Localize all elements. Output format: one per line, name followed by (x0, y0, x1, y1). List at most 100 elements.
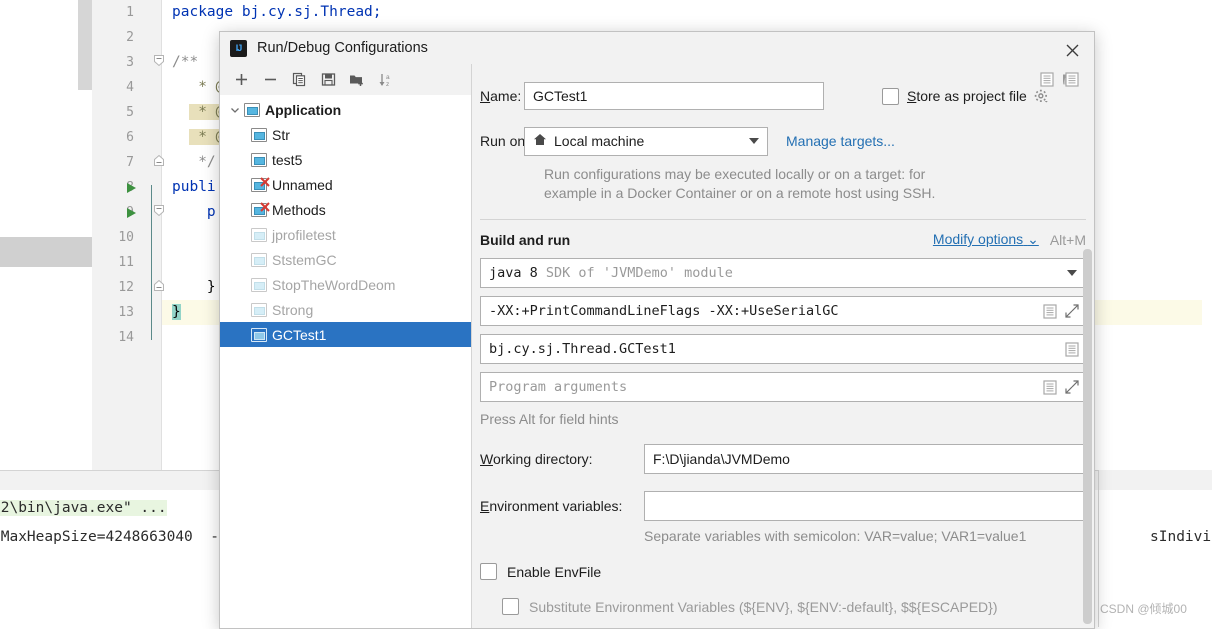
tree-item-label: Str (272, 126, 290, 143)
line-number: 14 (118, 330, 134, 345)
run-on-hint-line2: example in a Docker Container or on a re… (544, 185, 936, 201)
line-number: 6 (126, 130, 134, 145)
application-icon (251, 252, 267, 267)
application-icon (244, 102, 260, 117)
application-icon (251, 277, 267, 292)
tree-item-strong[interactable]: Strong (220, 297, 471, 322)
svg-text:z: z (386, 81, 389, 88)
tree-item-label: Strong (272, 301, 314, 318)
tree-item-label: StopTheWordDeom (272, 276, 396, 293)
section-divider (480, 219, 1086, 220)
tree-toolbar[interactable]: az (220, 64, 471, 95)
environment-variables-label: Environment variables: (480, 498, 623, 514)
field-hints-text: Press Alt for field hints (480, 411, 619, 427)
name-row: Name: GCTest1 Store as project file (472, 81, 1094, 111)
tree-item-test5[interactable]: test5 (220, 147, 471, 172)
console-line: 02\bin\java.exe" ... (0, 500, 167, 516)
macro-icon[interactable] (1040, 71, 1054, 87)
intellij-logo-text: IJ (235, 43, 242, 53)
tree-item-label: GCTest1 (272, 326, 327, 343)
line-number: 13 (118, 305, 134, 320)
svg-text:a: a (386, 74, 390, 81)
main-class-input[interactable]: bj.cy.sj.Thread.GCTest1 (480, 334, 1086, 364)
vm-options-input[interactable]: -XX:+PrintCommandLineFlags -XX:+UseSeria… (480, 296, 1086, 326)
dialog-title: Run/Debug Configurations (257, 40, 428, 56)
code-line: publi (172, 179, 216, 195)
tree-item-str[interactable]: Str (220, 122, 471, 147)
new-folder-button[interactable] (344, 68, 370, 92)
code-line: p (172, 204, 216, 220)
macro-icon[interactable] (1043, 379, 1057, 395)
tree-item-label: Unnamed (272, 176, 333, 193)
intellij-logo-icon: IJ (230, 39, 247, 57)
name-input[interactable]: GCTest1 (524, 82, 824, 110)
sort-configurations-button[interactable]: az (373, 68, 399, 92)
substitute-env-vars-label: Substitute Environment Variables (${ENV}… (529, 598, 998, 615)
ide-gray-block-top (78, 0, 92, 90)
macro-icon[interactable] (1065, 71, 1079, 87)
chevron-down-icon[interactable] (1067, 270, 1077, 276)
environment-variables-input[interactable] (644, 491, 1086, 521)
macro-icon[interactable] (1065, 341, 1079, 357)
substitute-env-vars-checkbox[interactable] (502, 598, 519, 615)
run-on-target-select[interactable]: Local machine (524, 126, 768, 156)
modify-options-link[interactable]: Modify options ⌄ (933, 231, 1039, 248)
save-configuration-button[interactable] (315, 68, 341, 92)
enable-envfile-row[interactable]: Enable EnvFile (480, 563, 1086, 580)
store-as-project-file-checkbox[interactable] (882, 87, 899, 105)
line-number: 11 (118, 255, 134, 270)
configurations-tree[interactable]: Application Str test5 Unnamed Methods jp… (220, 95, 471, 628)
editor-gutter[interactable]: 1 2 3 4 5 6 7 8 9 10 11 12 13 14 (92, 0, 164, 470)
remove-configuration-button[interactable] (257, 68, 283, 92)
console-line: sIndividualA (1150, 529, 1212, 545)
application-icon (251, 227, 267, 242)
manage-targets-link[interactable]: Manage targets... (786, 133, 895, 149)
enable-envfile-checkbox[interactable] (480, 563, 497, 580)
name-label: Name: (480, 88, 522, 104)
tree-item-stoptheworddeom[interactable]: StopTheWordDeom (220, 272, 471, 297)
settings-scrollbar[interactable] (1083, 64, 1092, 628)
settings-scrollbar-thumb[interactable] (1083, 249, 1092, 624)
run-gutter-icon[interactable] (125, 200, 139, 225)
store-as-project-file-label: Store as project file (907, 88, 1027, 104)
tree-item-ststemgc[interactable]: StstemGC (220, 247, 471, 272)
chevron-down-icon[interactable] (749, 138, 759, 144)
substitute-env-vars-row[interactable]: Substitute Environment Variables (${ENV}… (502, 598, 1086, 615)
expand-icon[interactable] (1065, 304, 1079, 318)
home-icon (533, 133, 547, 149)
run-on-hint: Run configurations may be executed local… (544, 165, 1014, 203)
environment-variables-row: Environment variables: (480, 71, 1086, 521)
tree-item-methods[interactable]: Methods (220, 197, 471, 222)
editor-right-strip (1202, 0, 1212, 470)
csdn-watermark: CSDN @倾城00 (1100, 602, 1187, 616)
configuration-settings-panel[interactable]: Name: GCTest1 Store as project file Run … (472, 64, 1094, 628)
run-debug-configurations-dialog[interactable]: IJ Run/Debug Configurations a z Applicat… (219, 31, 1095, 629)
method-scope-line (151, 185, 152, 340)
build-and-run-title: Build and run (480, 231, 571, 248)
build-and-run-header: Build and run Modify options ⌄ Alt+M (480, 231, 1086, 248)
application-icon (251, 152, 267, 167)
copy-configuration-button[interactable] (286, 68, 312, 92)
tree-item-jprofiletest[interactable]: jprofiletest (220, 222, 471, 247)
line-number: 10 (118, 230, 134, 245)
sdk-primary-label: java 8 (489, 265, 538, 281)
tree-item-gctest1[interactable]: GCTest1 (220, 322, 471, 347)
store-as-project-file-row[interactable]: Store as project file (882, 87, 1049, 105)
sdk-secondary-label: SDK of 'JVMDemo' module (545, 265, 733, 281)
modify-options-label: Modify options (932, 231, 1024, 247)
tree-item-application[interactable]: Application (220, 97, 471, 122)
tree-item-label: test5 (272, 151, 303, 168)
tree-item-unnamed[interactable]: Unnamed (220, 172, 471, 197)
working-directory-input[interactable]: F:\D\jianda\JVMDemo (644, 444, 1086, 474)
add-configuration-button[interactable] (228, 68, 254, 92)
run-gutter-icon[interactable] (125, 175, 139, 200)
close-icon[interactable] (1058, 38, 1086, 62)
chevron-down-icon[interactable] (228, 105, 242, 115)
configurations-tree-panel[interactable]: az Application Str test5 Unnamed Methods… (220, 64, 472, 628)
expand-icon[interactable] (1065, 380, 1079, 394)
console-line: :MaxHeapSize=4248663040 - (0, 529, 219, 545)
program-arguments-input[interactable]: Program arguments (480, 372, 1086, 402)
macro-icon[interactable] (1043, 303, 1057, 319)
sdk-select[interactable]: java 8 SDK of 'JVMDemo' module (480, 258, 1086, 288)
tree-item-label: Application (265, 101, 342, 118)
